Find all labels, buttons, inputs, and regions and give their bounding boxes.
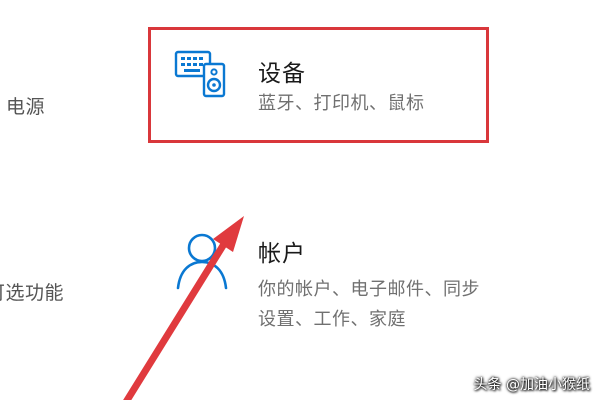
annotation-highlight-box	[148, 27, 489, 143]
tile-title-accounts: 帐户	[258, 241, 306, 267]
tile-description-accounts-line2: 设置、工作、家庭	[258, 309, 406, 330]
settings-item-power-label[interactable]: 电源	[6, 92, 45, 119]
settings-item-optional-features-label[interactable]: 可选功能	[0, 278, 64, 305]
tile-description-accounts-line1: 你的帐户、电子邮件、同步	[258, 279, 480, 300]
watermark-text: 头条 @加油小猴纸	[473, 377, 590, 393]
settings-tile-accounts[interactable]: 帐户 你的帐户、电子邮件、同步 设置、工作、家庭	[160, 222, 540, 342]
person-icon	[174, 228, 230, 296]
